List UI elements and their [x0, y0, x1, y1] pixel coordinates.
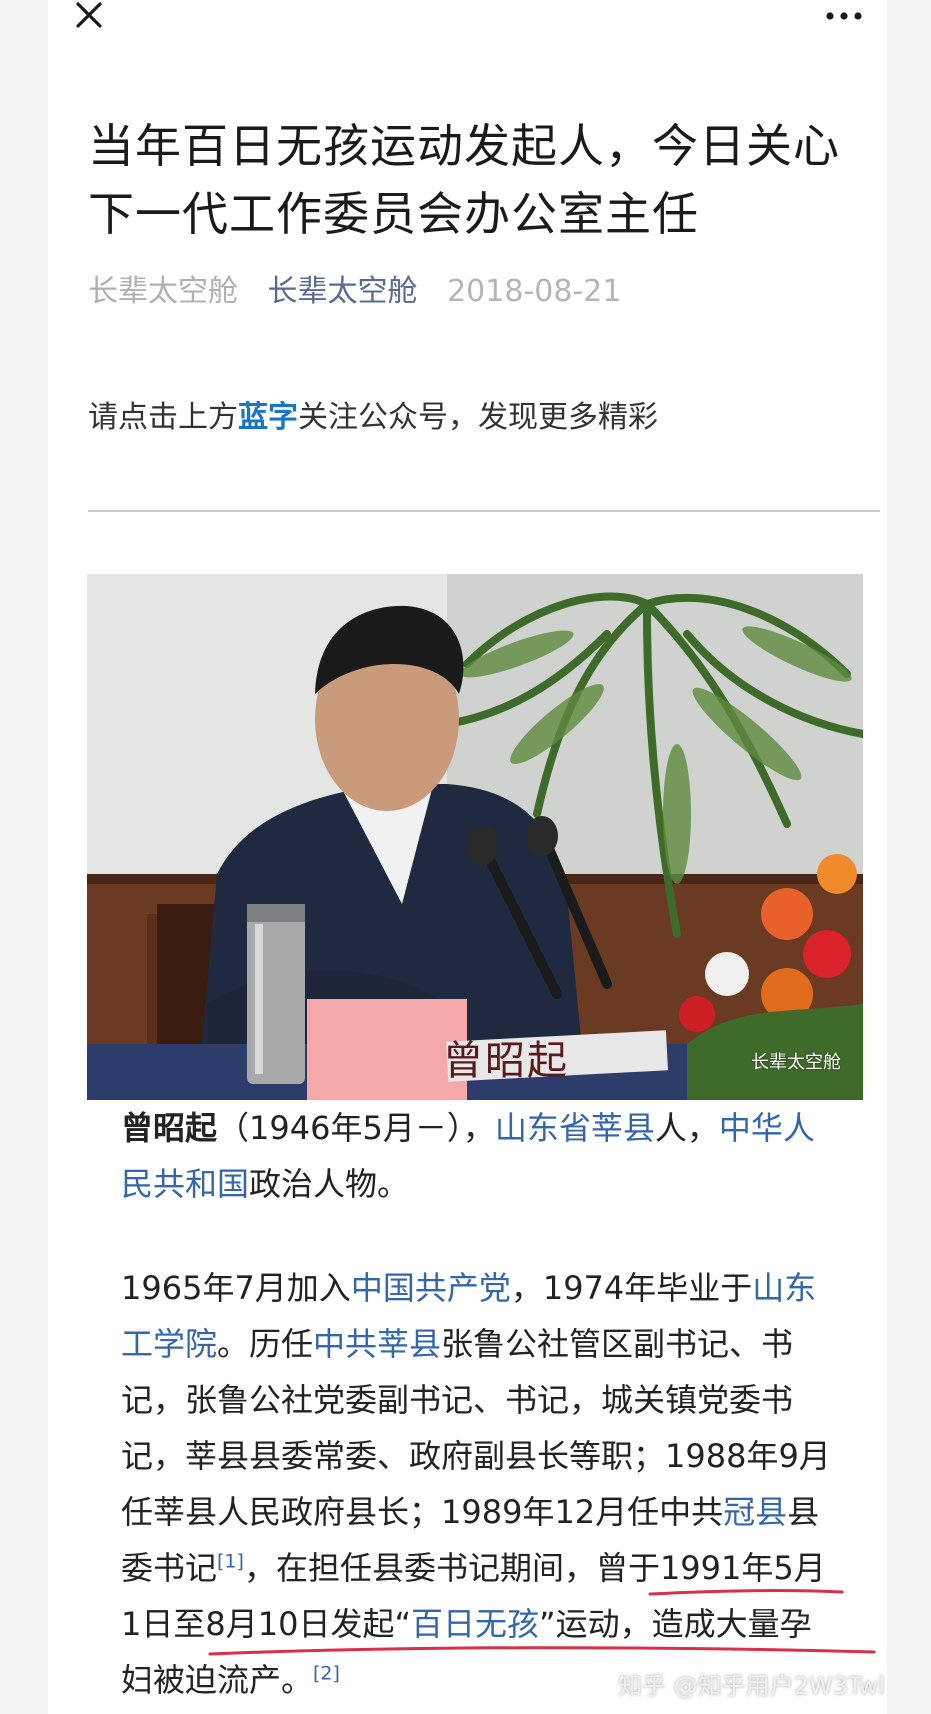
- career-text-2: ，1974年毕业于: [510, 1269, 753, 1307]
- link-cpc-shenxian[interactable]: 中共莘县: [313, 1325, 441, 1363]
- reference-1[interactable]: [1]: [217, 1550, 244, 1572]
- nameplate-label: 曾昭起: [443, 1038, 569, 1084]
- more-options-button[interactable]: [822, 6, 870, 30]
- prompt-blue-link[interactable]: 蓝字: [238, 400, 298, 435]
- article-meta: 长辈太空舱 长辈太空舱 2018-08-21: [88, 272, 621, 312]
- photo-watermark: 长辈太空舱: [751, 1052, 841, 1073]
- publish-date: 2018-08-21: [447, 274, 622, 309]
- link-cpc[interactable]: 中国共产党: [351, 1269, 511, 1307]
- career-text-3: 。历任: [217, 1325, 314, 1363]
- wiki-paragraph-intro: 曾昭起（1946年5月－），山东省莘县人，中华人民共和国政治人物。: [121, 1100, 841, 1212]
- prompt-text-before: 请点击上方: [88, 400, 238, 435]
- close-icon: [76, 2, 102, 28]
- wiki-paragraph-career: 1965年7月加入中国共产党，1974年毕业于山东工学院。历任中共莘县张鲁公社管…: [121, 1260, 841, 1708]
- account-link[interactable]: 长辈太空舱: [268, 274, 418, 309]
- reference-2[interactable]: [2]: [313, 1662, 340, 1684]
- intro-text-1: 人，: [654, 1109, 719, 1147]
- birth-dates: （1946年5月－），: [217, 1109, 495, 1147]
- zhihu-watermark: 知乎 @知乎用户2W3Twl: [618, 1672, 885, 1700]
- more-icon: [826, 12, 862, 20]
- career-text-1: 1965年7月加入: [121, 1269, 351, 1307]
- wiki-excerpt: 曾昭起（1946年5月－），山东省莘县人，中华人民共和国政治人物。 1965年7…: [87, 1100, 863, 1714]
- person-name: 曾昭起: [121, 1109, 218, 1147]
- follow-prompt: 请点击上方蓝字关注公众号，发现更多精彩: [88, 398, 658, 438]
- close-button[interactable]: [74, 0, 118, 36]
- article-author: 长辈太空舱: [88, 274, 238, 309]
- article-title: 当年百日无孩运动发起人，今日关心下一代工作委员会办公室主任: [88, 119, 840, 241]
- intro-text-2: 政治人物。: [249, 1165, 410, 1203]
- link-shandong-shenxian[interactable]: 山东省莘县: [495, 1109, 655, 1147]
- prompt-text-after: 关注公众号，发现更多精彩: [298, 400, 658, 435]
- photo-illustration: [87, 574, 863, 1100]
- link-bairi-wuhai[interactable]: 百日无孩: [411, 1605, 539, 1643]
- article-photo[interactable]: 曾昭起 长辈太空舱: [87, 574, 863, 1100]
- link-guanxian[interactable]: 冠县: [723, 1493, 787, 1531]
- divider: [88, 510, 880, 512]
